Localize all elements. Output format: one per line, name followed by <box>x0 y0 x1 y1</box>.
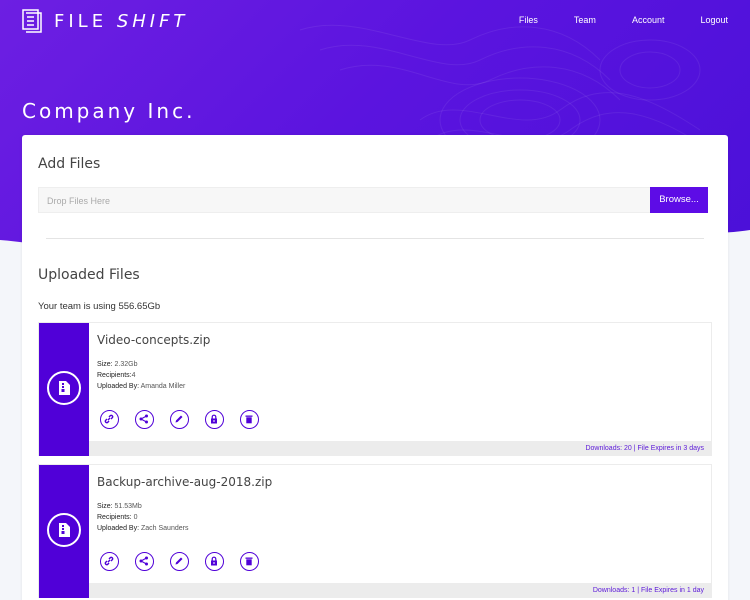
file-uploader: Uploaded By: Amanda Miller <box>97 383 185 390</box>
trash-icon <box>245 557 253 566</box>
share-icon <box>139 414 148 424</box>
file-stats: Downloads: 1 | File Expires in 1 day <box>89 583 712 598</box>
file-size-label: Size: <box>97 361 113 368</box>
file-size: Size: 51.53Mb <box>97 503 142 510</box>
file-recipients: Recipients:4 <box>97 372 136 379</box>
file-uploader: Uploaded By: Zach Saunders <box>97 525 188 532</box>
zip-file-icon <box>47 371 81 405</box>
file-recipients-label: Recipients: <box>97 372 132 379</box>
file-side-panel <box>39 323 89 456</box>
file-actions <box>100 410 275 429</box>
edit-button[interactable] <box>170 552 189 571</box>
edit-button[interactable] <box>170 410 189 429</box>
brand-logo[interactable]: FILE SHIFT <box>22 9 188 33</box>
file-card: Video-concepts.zip Size: 2.32Gb Recipien… <box>38 322 712 456</box>
delete-button[interactable] <box>240 410 259 429</box>
share-icon <box>139 556 148 566</box>
storage-usage: Your team is using 556.65Gb <box>38 301 161 312</box>
brand-part1: FILE <box>54 10 108 32</box>
share-button[interactable] <box>135 410 154 429</box>
file-side-panel <box>39 465 89 598</box>
lock-button[interactable] <box>205 410 224 429</box>
file-name[interactable]: Backup-archive-aug-2018.zip <box>97 475 272 489</box>
nav-files[interactable]: Files <box>519 15 538 25</box>
file-recipients-label: Recipients: <box>97 514 132 521</box>
file-card: Backup-archive-aug-2018.zip Size: 51.53M… <box>38 464 712 598</box>
edit-icon <box>175 557 183 565</box>
nav-logout[interactable]: Logout <box>700 15 728 25</box>
file-uploader-value: Amanda Miller <box>140 383 186 390</box>
file-actions <box>100 552 275 571</box>
link-button[interactable] <box>100 410 119 429</box>
lock-icon <box>211 414 217 424</box>
file-size: Size: 2.32Gb <box>97 361 137 368</box>
file-size-value: 51.53Mb <box>114 503 142 510</box>
link-icon <box>104 414 114 424</box>
nav-links: Files Team Account Logout <box>483 15 728 25</box>
nav-team[interactable]: Team <box>574 15 596 25</box>
divider <box>46 238 704 239</box>
top-nav: FILE SHIFT Files Team Account Logout <box>0 0 750 42</box>
add-files-title: Add Files <box>38 156 101 172</box>
file-uploader-value: Zach Saunders <box>140 525 189 532</box>
file-size-label: Size: <box>97 503 113 510</box>
link-icon <box>104 556 114 566</box>
file-recipients-value: 4 <box>131 372 136 379</box>
brand-name: FILE SHIFT <box>54 11 188 32</box>
file-size-value: 2.32Gb <box>114 361 138 368</box>
edit-icon <box>175 415 183 423</box>
browse-button[interactable]: Browse... <box>650 187 708 213</box>
file-uploader-label: Uploaded By: <box>97 525 140 532</box>
delete-button[interactable] <box>240 552 259 571</box>
link-button[interactable] <box>100 552 119 571</box>
file-recipients: Recipients: 0 <box>97 514 138 521</box>
files-panel: Add Files Drop Files Here Browse... Uplo… <box>22 135 728 600</box>
file-stack-icon <box>22 9 42 33</box>
uploaded-files-title: Uploaded Files <box>38 267 140 283</box>
zip-file-icon <box>47 513 81 547</box>
file-recipients-value: 0 <box>133 514 138 521</box>
drop-zone[interactable]: Drop Files Here <box>38 187 650 213</box>
company-name: Company Inc. <box>22 99 196 123</box>
lock-icon <box>211 556 217 566</box>
file-stats: Downloads: 20 | File Expires in 3 days <box>89 441 712 456</box>
nav-account[interactable]: Account <box>632 15 665 25</box>
trash-icon <box>245 415 253 424</box>
share-button[interactable] <box>135 552 154 571</box>
file-name[interactable]: Video-concepts.zip <box>97 333 210 347</box>
brand-part2: SHIFT <box>116 10 189 32</box>
file-uploader-label: Uploaded By: <box>97 383 140 390</box>
lock-button[interactable] <box>205 552 224 571</box>
